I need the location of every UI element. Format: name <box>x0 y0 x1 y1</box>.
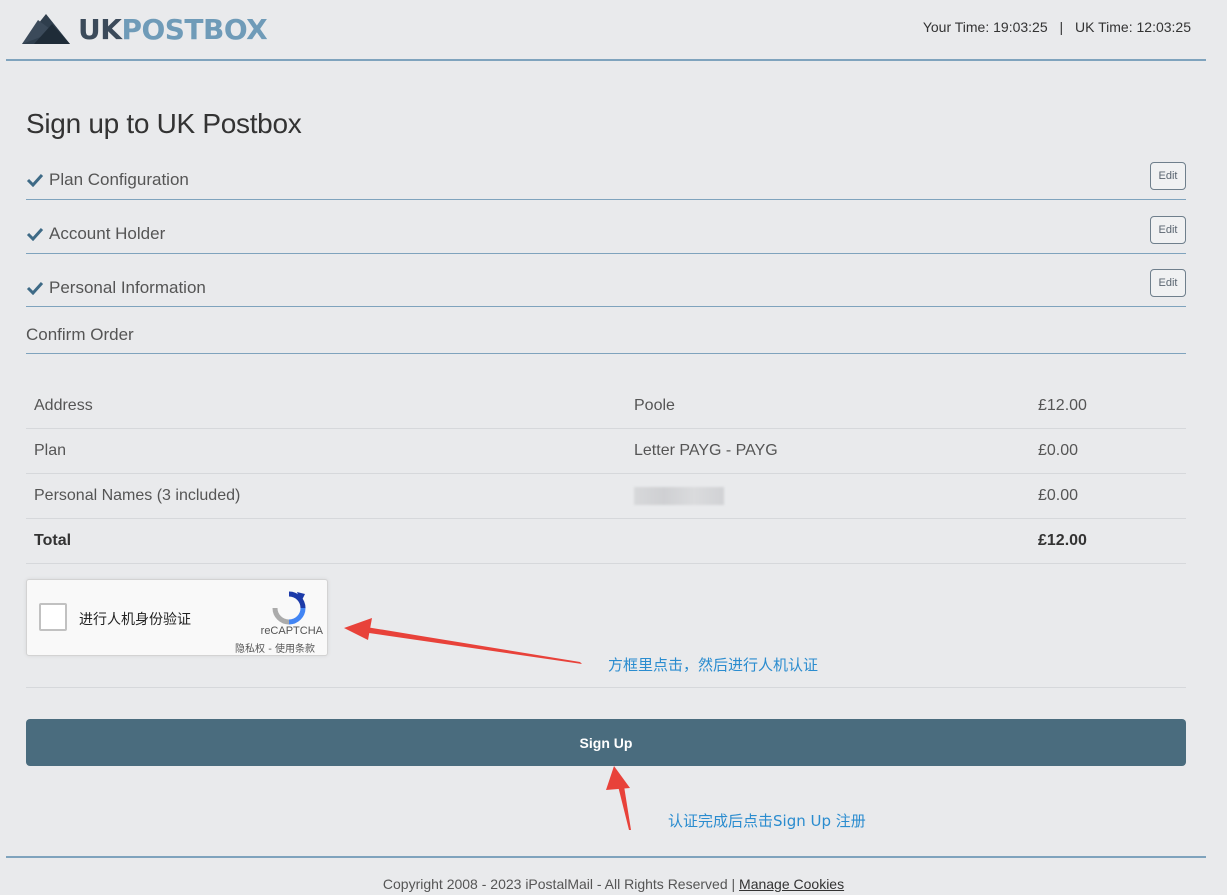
footer-divider <box>6 856 1206 858</box>
manage-cookies-link[interactable]: Manage Cookies <box>739 876 844 892</box>
annotation-arrows <box>344 618 631 830</box>
footer: Copyright 2008 - 2023 iPostalMail - All … <box>0 876 1227 892</box>
copyright-text: Copyright 2008 - 2023 iPostalMail - All … <box>382 876 736 892</box>
arrow-to-captcha <box>344 618 582 664</box>
arrow-to-signup <box>606 766 631 830</box>
